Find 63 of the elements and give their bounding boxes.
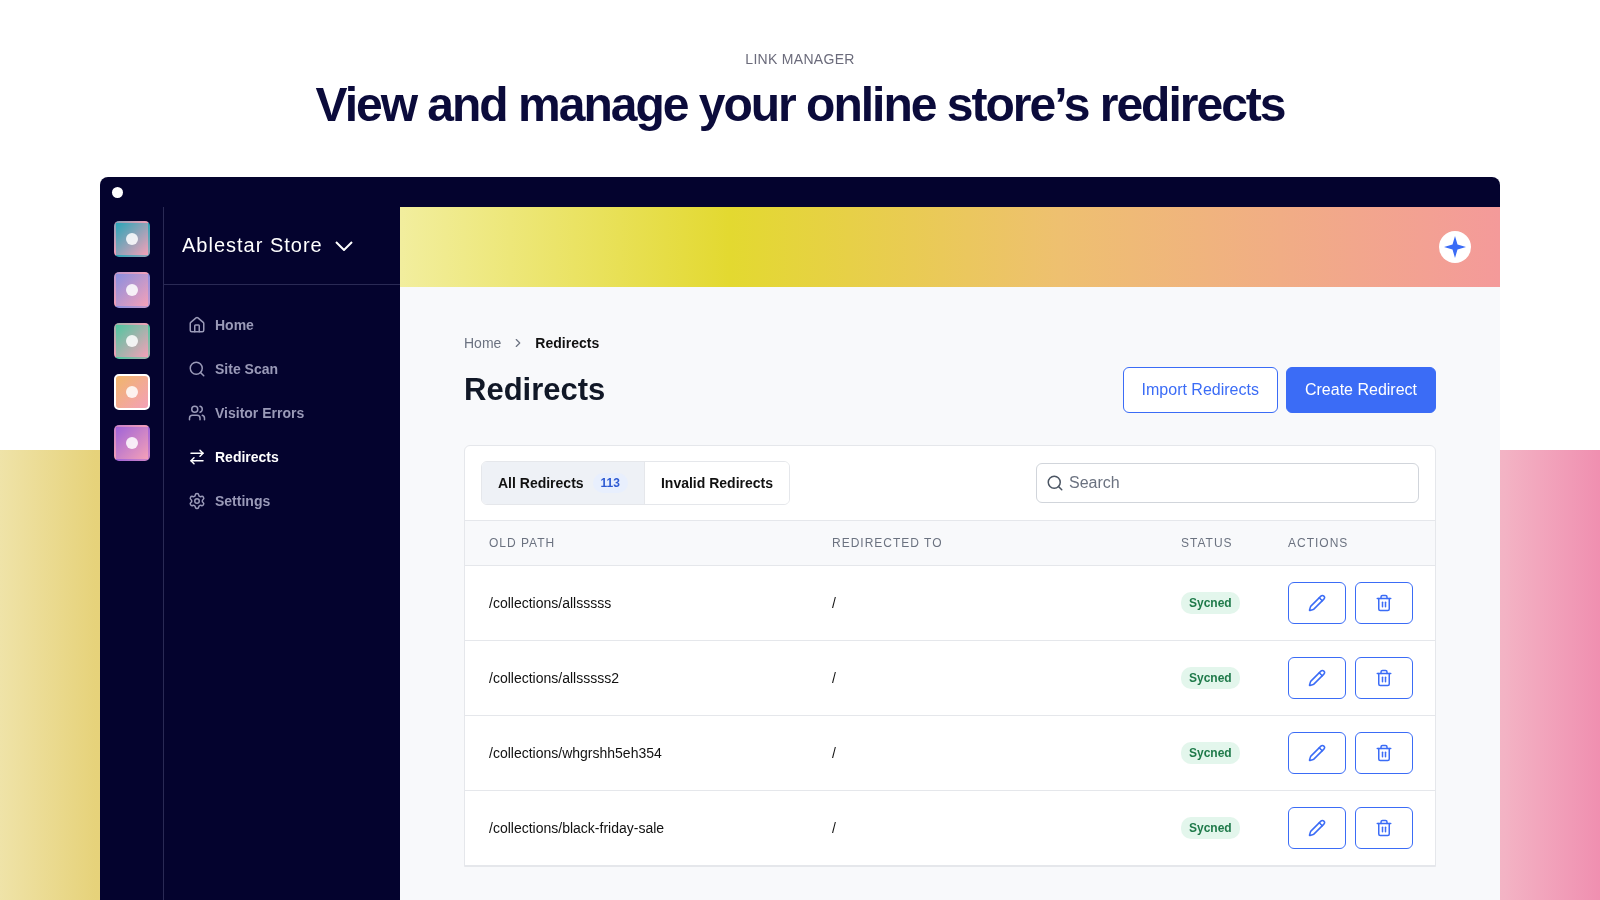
pencil-icon <box>1308 594 1326 612</box>
trash-icon <box>1375 819 1393 837</box>
column-header: OLD PATH <box>465 521 808 566</box>
sidebar-item[interactable]: Visitor Errors <box>188 395 376 431</box>
chevron-down-icon <box>334 240 353 251</box>
headline: View and manage your online store’s redirects <box>315 77 1285 132</box>
table-cell: / <box>808 791 1157 866</box>
app-icon[interactable] <box>113 374 150 410</box>
edit-button[interactable] <box>1288 732 1346 774</box>
app-icon[interactable] <box>113 425 150 461</box>
table-cell: /collections/black-friday-sale <box>465 791 808 866</box>
edit-button[interactable] <box>1288 807 1346 849</box>
sidebar-item[interactable]: Site Scan <box>188 351 376 387</box>
create-button[interactable]: Create Redirect <box>1285 367 1436 413</box>
delete-button[interactable] <box>1355 807 1413 849</box>
edit-button[interactable] <box>1288 657 1346 699</box>
app-icon[interactable] <box>113 221 150 257</box>
pencil-icon <box>1308 669 1326 687</box>
status-badge: Sycned <box>1181 817 1240 839</box>
table-cell: /collections/whgrshh5eh354 <box>465 716 808 791</box>
pencil-icon <box>1308 744 1326 762</box>
trash-icon <box>1375 594 1393 612</box>
column-header: REDIRECTED TO <box>808 521 1157 566</box>
status-badge: Sycned <box>1181 742 1240 764</box>
table-cell: / <box>808 566 1157 641</box>
breadcrumb-link[interactable]: Home <box>464 335 502 351</box>
breadcrumb-link[interactable]: Redirects <box>535 335 600 351</box>
search-field[interactable]: Search <box>1036 463 1419 503</box>
import-button[interactable]: Import Redirects <box>1122 367 1278 413</box>
table-cell: /collections/allsssss2 <box>465 641 808 716</box>
eyebrow-label: LINK MANAGER <box>745 51 855 67</box>
trash-icon <box>1375 669 1393 687</box>
filter-tab[interactable]: All Redirects 113 <box>482 462 645 504</box>
trash-icon <box>1375 744 1393 762</box>
page-title: Redirects <box>464 372 606 408</box>
status-badge: Sycned <box>1181 667 1240 689</box>
table-cell: / <box>808 716 1157 791</box>
sidebar-item[interactable]: Redirects <box>188 439 376 475</box>
app-icon[interactable] <box>113 323 150 359</box>
tab-label: All Redirects <box>498 475 584 491</box>
delete-button[interactable] <box>1355 657 1413 699</box>
tab-label: Invalid Redirects <box>660 475 773 491</box>
column-header: ACTIONS <box>1264 521 1435 566</box>
sparkle-icon[interactable] <box>1438 230 1472 264</box>
pencil-icon <box>1308 819 1326 837</box>
home-icon <box>188 316 206 334</box>
search-icon <box>1046 474 1064 492</box>
column-header: STATUS <box>1157 521 1264 566</box>
sidebar-item[interactable]: Home <box>188 307 376 343</box>
table-cell: /collections/allsssss <box>465 566 808 641</box>
count-badge: 113 <box>592 473 628 493</box>
arrows-icon <box>188 448 206 466</box>
edit-button[interactable] <box>1288 582 1346 624</box>
app-icon[interactable] <box>113 272 150 308</box>
sidebar-item[interactable]: Settings <box>188 483 376 519</box>
delete-button[interactable] <box>1355 732 1413 774</box>
table-cell: / <box>808 641 1157 716</box>
delete-button[interactable] <box>1355 582 1413 624</box>
status-badge: Sycned <box>1181 592 1240 614</box>
window-dot-icon <box>112 186 123 198</box>
users-icon <box>188 404 206 422</box>
search-icon <box>188 360 206 378</box>
settings-icon <box>188 492 206 510</box>
